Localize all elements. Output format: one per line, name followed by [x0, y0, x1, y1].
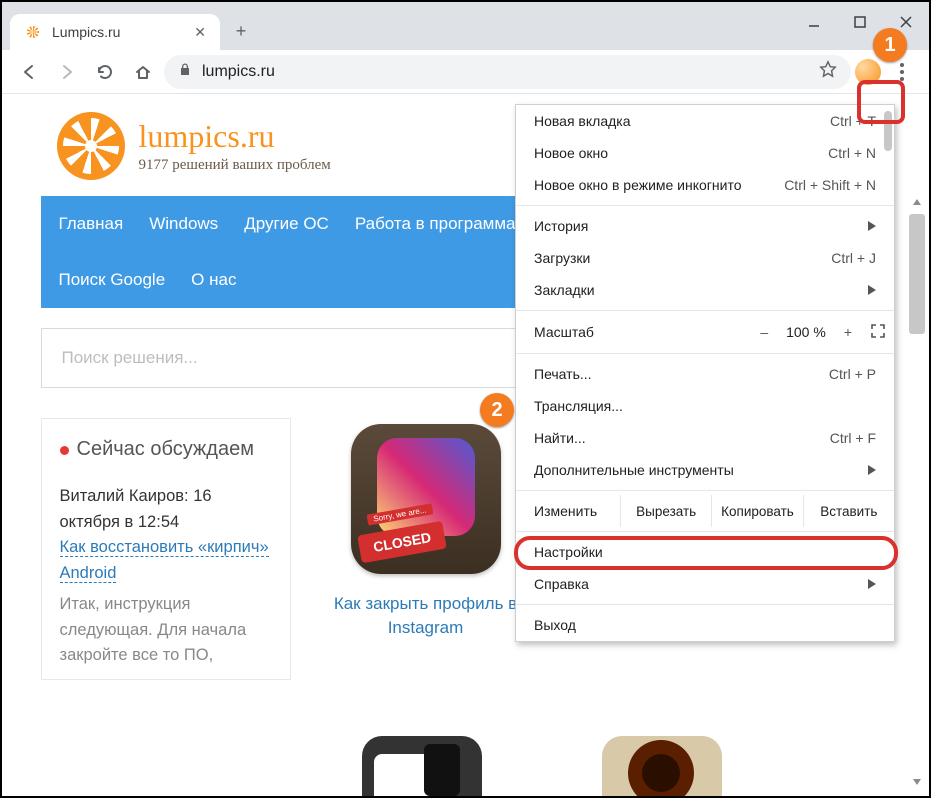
site-logo-icon [57, 112, 125, 180]
menu-separator [516, 604, 894, 605]
sidebar-heading: Сейчас обсуждаем [77, 437, 254, 462]
discussion-sidebar: Сейчас обсуждаем Виталий Каиров: 16 октя… [41, 418, 291, 680]
scroll-up-icon[interactable] [909, 194, 925, 210]
nav-item[interactable]: Поиск Google [59, 270, 166, 290]
site-subtitle: 9177 решений ваших проблем [139, 157, 331, 174]
annotation-highlight-settings [514, 536, 898, 570]
browser-window: Lumpics.ru ✕ + lumpics.ru [0, 0, 931, 798]
window-controls [791, 2, 929, 50]
partial-thumbnails [362, 736, 722, 796]
scroll-thumb[interactable] [909, 214, 925, 334]
page-scrollbar[interactable] [909, 194, 925, 790]
article-caption: Как закрыть профиль в Instagram [321, 592, 531, 640]
menu-edit-label: Изменить [516, 495, 620, 527]
site-title: lumpics.ru [139, 118, 331, 155]
thumbnail-partial [362, 736, 482, 796]
nav-item[interactable]: Работа в программах [355, 214, 524, 234]
close-tab-icon[interactable]: ✕ [194, 24, 206, 41]
address-bar[interactable]: lumpics.ru [164, 55, 851, 89]
menu-print[interactable]: Печать...Ctrl + P [516, 358, 894, 390]
submenu-arrow-icon [868, 218, 876, 234]
comment-body: Итак, инструкция следующая. Для начала з… [60, 592, 272, 669]
menu-zoom: Масштаб – 100 % + [516, 315, 894, 349]
thumbnail-instagram-closed: Sorry, we are... CLOSED [351, 424, 501, 574]
zoom-out-button[interactable]: – [760, 324, 768, 340]
scroll-down-icon[interactable] [909, 774, 925, 790]
menu-help[interactable]: Справка [516, 568, 894, 600]
lock-icon [178, 62, 192, 81]
search-placeholder: Поиск решения... [62, 348, 198, 368]
menu-find[interactable]: Найти...Ctrl + F [516, 422, 894, 454]
menu-cast[interactable]: Трансляция... [516, 390, 894, 422]
browser-tab[interactable]: Lumpics.ru ✕ [10, 14, 220, 50]
annotation-marker-2: 2 [480, 393, 514, 427]
menu-paste[interactable]: Вставить [803, 495, 894, 527]
home-button[interactable] [126, 55, 160, 89]
menu-separator [516, 310, 894, 311]
badge-small: Sorry, we are... [366, 503, 433, 525]
annotation-marker-1: 1 [873, 28, 907, 62]
bookmark-star-icon[interactable] [819, 60, 837, 83]
nav-item[interactable]: Главная [59, 214, 124, 234]
fullscreen-icon[interactable] [870, 323, 886, 342]
menu-bookmarks[interactable]: Закладки [516, 274, 894, 306]
menu-more-tools[interactable]: Дополнительные инструменты [516, 454, 894, 486]
annotation-highlight-kebab [857, 80, 905, 124]
submenu-arrow-icon [868, 282, 876, 298]
comment-link[interactable]: Как восстановить «кирпич» Android [60, 538, 269, 583]
favicon-icon [24, 23, 42, 41]
menu-separator [516, 490, 894, 491]
url-text: lumpics.ru [202, 63, 275, 81]
closed-badge: CLOSED [357, 521, 447, 564]
menu-downloads[interactable]: ЗагрузкиCtrl + J [516, 242, 894, 274]
menu-exit[interactable]: Выход [516, 609, 894, 641]
menu-incognito[interactable]: Новое окно в режиме инкогнитоCtrl + Shif… [516, 169, 894, 201]
reload-button[interactable] [88, 55, 122, 89]
toolbar: lumpics.ru [2, 50, 929, 94]
submenu-arrow-icon [868, 462, 876, 478]
menu-new-window[interactable]: Новое окноCtrl + N [516, 137, 894, 169]
menu-new-tab[interactable]: Новая вкладкаCtrl + T [516, 105, 894, 137]
menu-edit-row: Изменить Вырезать Копировать Вставить [516, 495, 894, 527]
menu-cut[interactable]: Вырезать [620, 495, 711, 527]
zoom-in-button[interactable]: + [844, 324, 852, 340]
nav-item[interactable]: Другие ОС [244, 214, 329, 234]
menu-separator [516, 205, 894, 206]
forward-button[interactable] [50, 55, 84, 89]
nav-item[interactable]: О нас [191, 270, 236, 290]
tab-title: Lumpics.ru [52, 24, 120, 40]
zoom-percent: 100 % [786, 324, 826, 340]
menu-separator [516, 531, 894, 532]
back-button[interactable] [12, 55, 46, 89]
article-card[interactable]: Sorry, we are... CLOSED Как закрыть проф… [321, 424, 531, 680]
menu-history[interactable]: История [516, 210, 894, 242]
menu-separator [516, 353, 894, 354]
submenu-arrow-icon [868, 576, 876, 592]
menu-copy[interactable]: Копировать [711, 495, 802, 527]
nav-item[interactable]: Windows [149, 214, 218, 234]
new-tab-button[interactable]: + [226, 16, 256, 46]
thumbnail-partial [602, 736, 722, 796]
live-dot-icon [60, 446, 69, 455]
titlebar: Lumpics.ru ✕ + [2, 2, 929, 50]
minimize-button[interactable] [791, 6, 837, 38]
comment-meta: Виталий Каиров: 16 октября в 12:54 [60, 484, 272, 535]
